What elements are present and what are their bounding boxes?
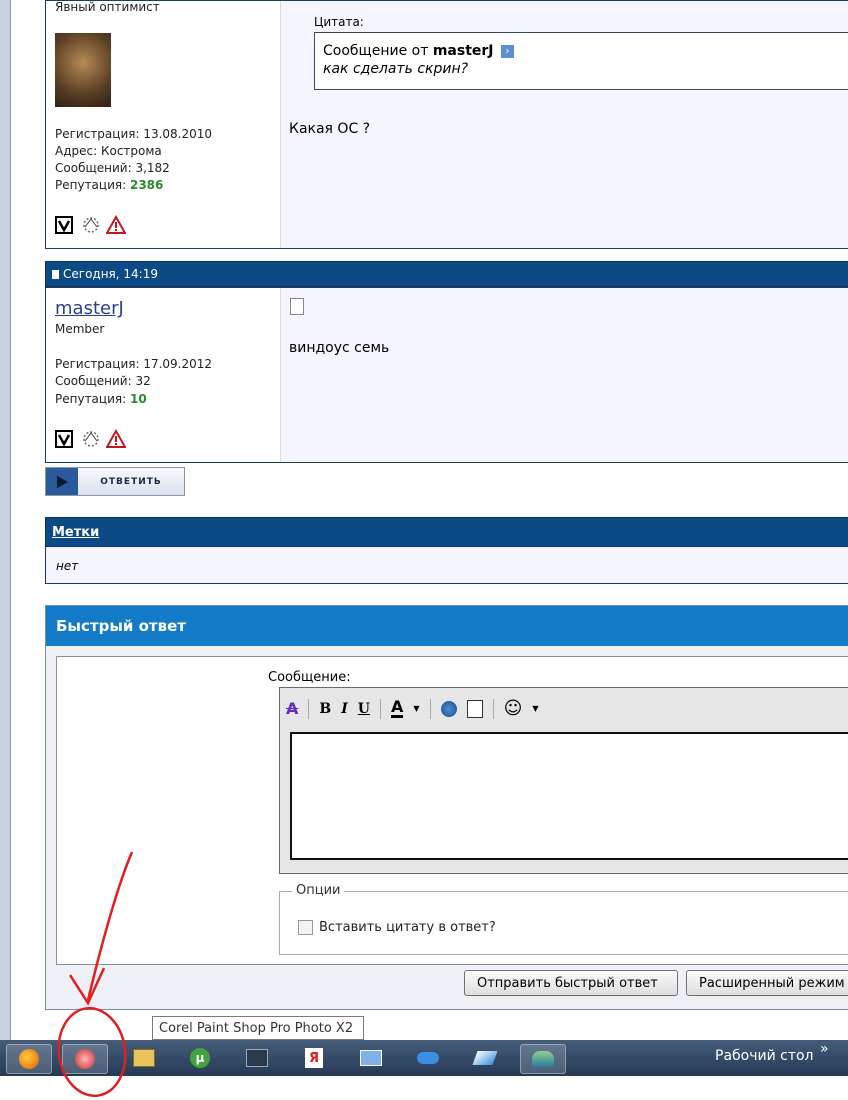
tags-title[interactable]: Метки — [52, 525, 99, 540]
toolbar-separator — [429, 698, 431, 719]
taskbar-mail[interactable] — [349, 1044, 393, 1072]
plane-icon — [472, 1051, 498, 1065]
toolbar-separator — [492, 698, 494, 719]
editor-toolbar: A B I U A ▼ ☺ ▼ — [286, 698, 538, 719]
warning-icon[interactable] — [106, 215, 126, 235]
taskbar-utorrent[interactable]: µ — [178, 1044, 222, 1072]
cloud-icon — [417, 1052, 439, 1064]
post-icon — [52, 269, 59, 279]
scales-icon[interactable] — [80, 215, 100, 235]
toolbar-separator — [380, 698, 382, 719]
quick-reply-title: Быстрый ответ — [46, 606, 848, 646]
reputation-value: 2386 — [129, 178, 164, 192]
quote-option[interactable]: Вставить цитату в ответ? — [298, 920, 496, 935]
folder-icon — [133, 1049, 155, 1067]
insert-quote-icon[interactable] — [466, 699, 483, 718]
taskbar: µ Я Рабочий стол » — [0, 1040, 848, 1076]
yandex-icon: Я — [305, 1048, 323, 1068]
avatar[interactable] — [55, 33, 111, 107]
vk-icon[interactable] — [54, 215, 74, 235]
taskbar-yandex[interactable]: Я — [292, 1044, 336, 1072]
reputation-label: Репутация: — [55, 178, 127, 192]
message-label: Сообщение: — [268, 670, 351, 685]
scales-icon[interactable] — [80, 429, 100, 449]
options-fieldset: Опции Вставить цитату в ответ? — [279, 883, 848, 955]
post-2-user-title: Member — [55, 322, 105, 336]
quote-checkbox-label: Вставить цитату в ответ? — [319, 920, 496, 935]
post-2-date: Сегодня, 14:19 — [63, 267, 158, 281]
post-2-userinfo: masterJ Member Регистрация: 17.09.2012 С… — [46, 288, 281, 462]
post-document-icon — [290, 298, 304, 315]
advanced-mode-button[interactable]: Расширенный режим — [686, 970, 848, 996]
quick-reply-form: Сообщение: A B I U A ▼ ☺ ▼ Опции Вставит… — [56, 656, 848, 965]
utorrent-icon: µ — [190, 1048, 210, 1068]
left-scroll-rail — [0, 0, 11, 1040]
play-arrow-icon — [46, 468, 78, 495]
mail-icon — [360, 1050, 382, 1066]
quote-text: как сделать скрин? — [323, 61, 469, 77]
send-quick-reply-button[interactable]: Отправить быстрый ответ — [464, 970, 678, 996]
post-1-registration: Регистрация: 13.08.2010 — [55, 127, 213, 141]
taskbar-cloud[interactable] — [406, 1044, 450, 1072]
post-2-username[interactable]: masterJ — [55, 298, 124, 319]
camera-icon — [246, 1049, 268, 1067]
taskbar-messenger[interactable] — [463, 1044, 507, 1072]
editor: A B I U A ▼ ☺ ▼ — [279, 687, 848, 874]
post-1-address: Адрес: Кострома — [55, 144, 162, 158]
post-2-user-icons — [54, 429, 126, 449]
quote-label: Цитата: — [314, 15, 364, 29]
tags-header: Метки — [45, 517, 848, 547]
quote-box: Сообщение от masterJ › как сделать скрин… — [314, 32, 848, 90]
reputation-label: Репутация: — [55, 392, 127, 406]
reply-button[interactable]: ОТВЕТИТЬ — [45, 467, 185, 496]
taskbar-chevron[interactable]: » — [820, 1041, 829, 1057]
bold-icon[interactable]: B — [319, 701, 331, 717]
taskbar-tooltip: Corel Paint Shop Pro Photo X2 — [152, 1016, 364, 1040]
post-2-body: виндоус семь — [281, 288, 848, 462]
paint-brush-icon — [75, 1049, 95, 1069]
reply-label: ОТВЕТИТЬ — [78, 468, 184, 495]
users-icon — [532, 1051, 554, 1067]
tags-value: нет — [45, 547, 848, 584]
taskbar-users[interactable] — [520, 1044, 566, 1074]
taskbar-firefox[interactable] — [6, 1044, 52, 1074]
post-2-posts: Сообщений: 32 — [55, 374, 151, 388]
chevron-down-icon[interactable]: ▼ — [413, 704, 419, 713]
taskbar-app-camera[interactable] — [235, 1044, 279, 1072]
page-bottom — [0, 1076, 848, 1100]
quote-checkbox[interactable] — [298, 920, 313, 935]
quick-reply-panel: Быстрый ответ Сообщение: A B I U A ▼ ☺ ▼ — [45, 605, 848, 1010]
firefox-icon — [19, 1049, 39, 1069]
toolbar-separator — [308, 698, 310, 719]
post-2: masterJ Member Регистрация: 17.09.2012 С… — [45, 287, 848, 463]
smiley-icon[interactable]: ☺ — [504, 698, 523, 719]
message-textarea[interactable] — [290, 732, 848, 860]
post-1-message: Какая ОС ? — [289, 121, 371, 137]
remove-format-icon[interactable]: A — [286, 699, 298, 718]
options-legend: Опции — [292, 883, 345, 898]
post-1-userinfo: Явный оптимист Регистрация: 13.08.2010 А… — [46, 0, 281, 248]
taskbar-paint-shop-pro[interactable] — [62, 1044, 108, 1074]
quote-prefix: Сообщение от — [323, 43, 429, 59]
post-1-user-title: Явный оптимист — [55, 0, 160, 14]
taskbar-explorer[interactable] — [122, 1044, 166, 1072]
post-2-header: Сегодня, 14:19 — [45, 261, 848, 287]
italic-icon[interactable]: I — [341, 701, 348, 717]
reputation-value: 10 — [129, 392, 147, 406]
chevron-down-icon[interactable]: ▼ — [532, 704, 538, 713]
font-color-icon[interactable]: A — [391, 699, 404, 718]
post-2-reputation: Репутация: 10 — [55, 391, 147, 408]
post-1-reputation: Репутация: 2386 — [55, 177, 163, 194]
post-2-message: виндоус семь — [289, 340, 390, 356]
underline-icon[interactable]: U — [358, 701, 370, 717]
desktop-toolbar-label[interactable]: Рабочий стол — [715, 1048, 814, 1064]
vk-icon[interactable] — [54, 429, 74, 449]
insert-link-icon[interactable] — [440, 700, 457, 717]
warning-icon[interactable] — [106, 429, 126, 449]
view-post-icon[interactable]: › — [500, 44, 514, 58]
post-1-posts: Сообщений: 3,182 — [55, 161, 170, 175]
quote-author: masterJ — [432, 43, 494, 59]
post-2-registration: Регистрация: 17.09.2012 — [55, 357, 213, 371]
post-1-user-icons — [54, 215, 126, 235]
